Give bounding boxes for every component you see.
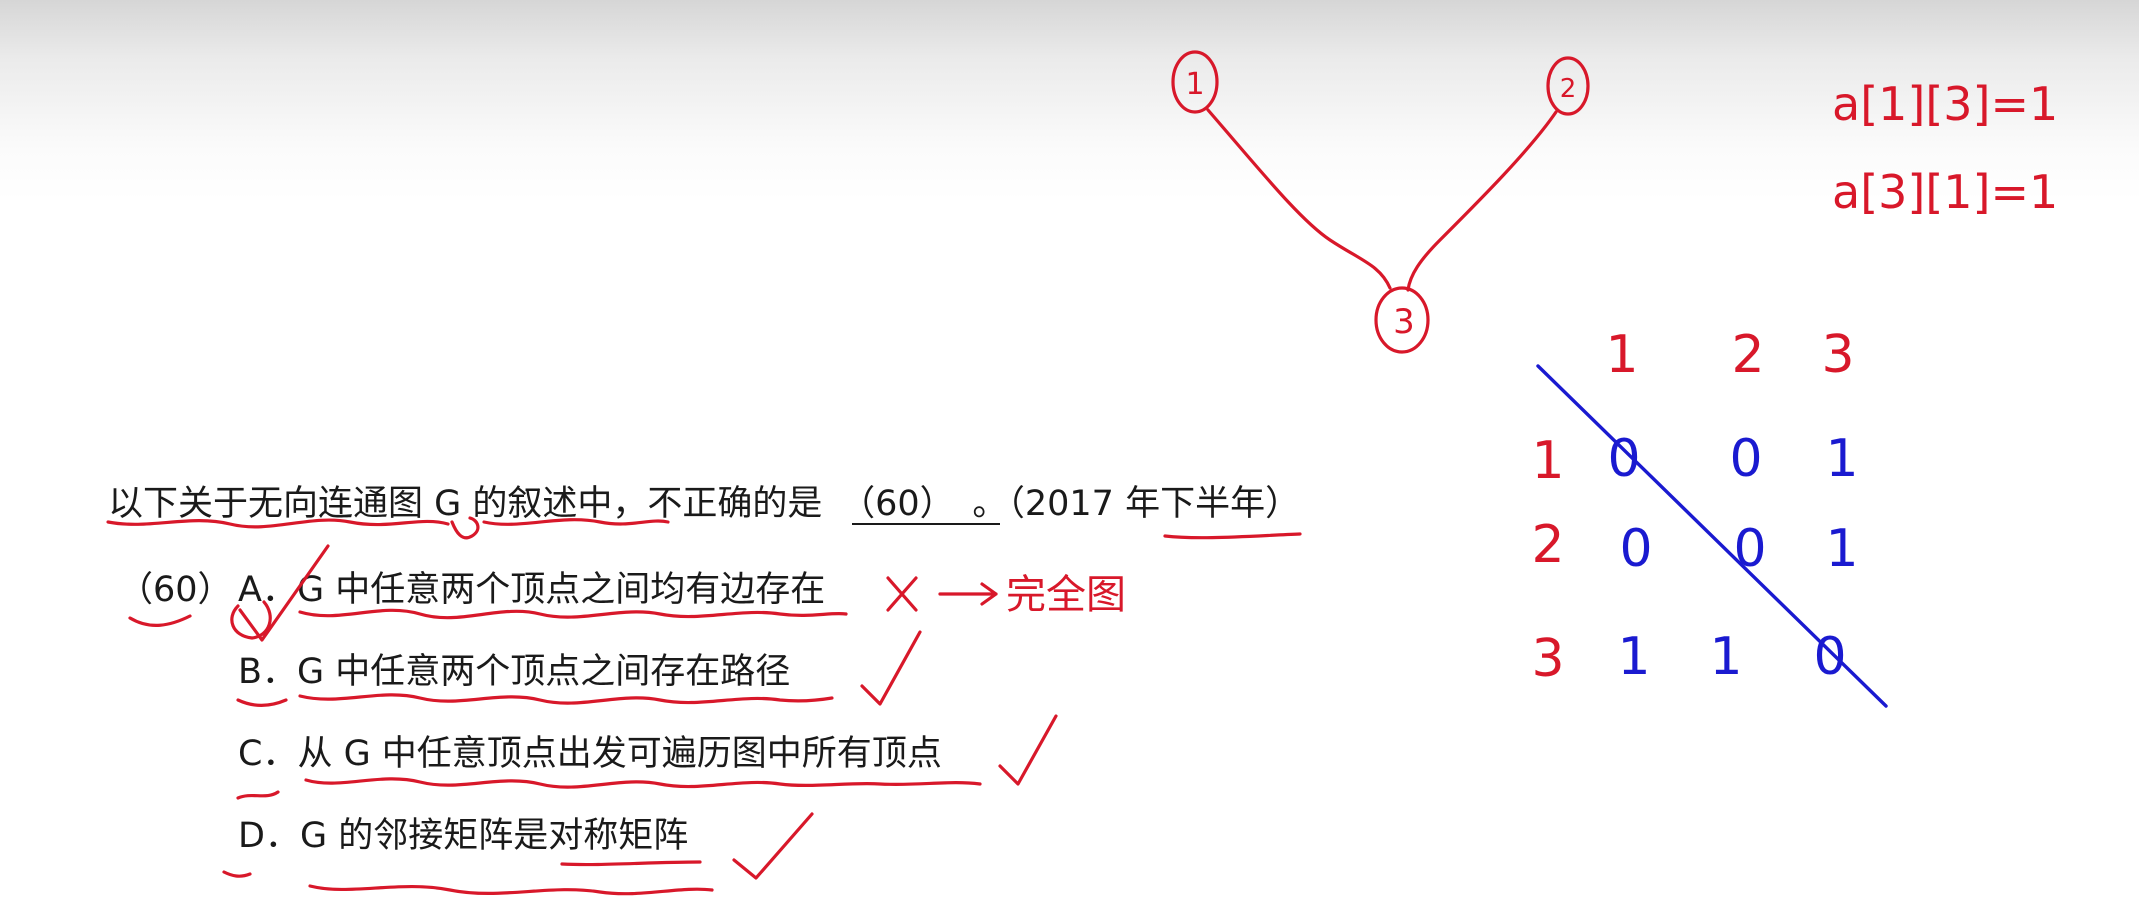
- option-c: C．从 G 中任意顶点出发可遍历图中所有顶点: [238, 734, 942, 774]
- underline-d: [308, 884, 714, 896]
- graph-node-3: [1374, 286, 1430, 354]
- option-question-number: （60）: [118, 570, 233, 610]
- graph-edge-1-3: [1206, 108, 1392, 290]
- question-text: 以下关于无向连通图 G 的叙述中，不正确的是: [108, 484, 823, 524]
- arrow-a: [938, 582, 998, 606]
- matrix-cell-1-2: 0: [1729, 429, 1762, 489]
- graph-node-2: [1546, 56, 1590, 116]
- matrix-col-header-2: 2: [1731, 325, 1764, 385]
- matrix-col-header-1: 1: [1605, 325, 1638, 385]
- option-d: D．G 的邻接矩阵是对称矩阵: [238, 816, 689, 856]
- underline-c: [304, 777, 982, 789]
- underline-number: [128, 614, 192, 627]
- graph-sketch: [1171, 50, 1590, 354]
- matrix-cell-1-3: 1: [1825, 429, 1858, 489]
- matrix-cell-3-1: 1: [1617, 627, 1650, 687]
- matrix-cell-3-2: 1: [1709, 627, 1742, 687]
- graph-node-2-label: 2: [1560, 74, 1577, 104]
- slide-page: 以下关于无向连通图 G 的叙述中，不正确的是 （60） 。（2017 年下半年） （…: [0, 0, 2139, 909]
- graph-node-1-label: 1: [1185, 67, 1204, 102]
- matrix-cell-3-3: 0: [1813, 627, 1846, 687]
- underline-year: [1163, 532, 1302, 540]
- underline-d-letter: [222, 870, 252, 878]
- matrix-cell-2-3: 1: [1825, 519, 1858, 579]
- check-b: [860, 630, 922, 706]
- matrix-cell-2-1: 0: [1619, 519, 1652, 579]
- matrix-headers: 1 2 3 1 2 3: [1531, 325, 1854, 689]
- graph-edge-2-3: [1406, 110, 1558, 292]
- answer-blank-underline: [852, 523, 1000, 525]
- check-c: [998, 714, 1058, 786]
- underline-c-letter: [236, 790, 280, 800]
- underline-d-2: [560, 860, 702, 867]
- matrix-cell-2-2: 0: [1733, 519, 1766, 579]
- question-blank: （60）: [840, 484, 955, 524]
- question-line: 以下关于无向连通图 G 的叙述中，不正确的是 （60） 。（2017 年下半年）: [108, 482, 1300, 526]
- check-d: [732, 812, 814, 880]
- matrix-values: 0 0 1 0 0 1 1 1 0: [1607, 429, 1858, 687]
- matrix-row-label-2: 2: [1531, 515, 1564, 575]
- graph-node-1: [1171, 50, 1219, 114]
- option-a: A．G 中任意两个顶点之间均有边存在: [238, 570, 826, 610]
- diagonal-stroke: [1536, 364, 1888, 708]
- matrix-cell-1-1: 0: [1607, 429, 1640, 489]
- matrix-entry-1-3: a[1][3]=1: [1832, 77, 2058, 131]
- option-b: B．G 中任意两个顶点之间存在路径: [238, 652, 791, 692]
- matrix-row-label-1: 1: [1531, 431, 1564, 491]
- matrix-row-label-3: 3: [1531, 629, 1564, 689]
- matrix-col-header-3: 3: [1821, 325, 1854, 385]
- matrix-diagonal: [1536, 364, 1888, 708]
- cross-a: [886, 576, 918, 612]
- question-suffix: 。（2017 年下半年）: [972, 484, 1301, 524]
- note-complete-graph: 完全图: [1006, 572, 1126, 618]
- graph-node-3-label: 3: [1393, 302, 1415, 342]
- matrix-entry-3-1: a[3][1]=1: [1832, 165, 2058, 219]
- underline-b: [298, 693, 834, 705]
- underline-b-letter: [236, 698, 288, 707]
